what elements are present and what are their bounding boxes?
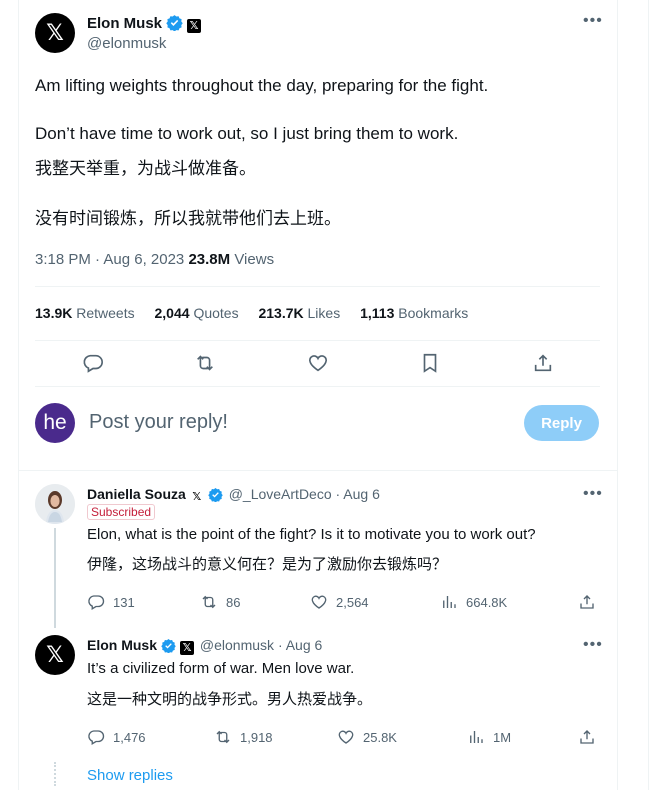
- views-label: Views: [234, 251, 275, 268]
- reply-count-value: 1,476: [113, 729, 146, 745]
- verified-icon: [161, 638, 176, 656]
- x-affiliate-icon: 𝕏: [187, 19, 202, 33]
- author-handle[interactable]: @elonmusk: [87, 35, 166, 52]
- left-border: [18, 0, 19, 790]
- quotes-stat[interactable]: 2,044 Quotes: [155, 305, 239, 321]
- reply-text-zh: 伊隆，这场战斗的意义何在？是为了激励你去锻炼吗？: [87, 556, 448, 573]
- author-avatar[interactable]: 𝕏: [35, 13, 75, 53]
- reply-author-handle[interactable]: @elonmusk: [200, 637, 274, 653]
- retweets-stat[interactable]: 13.9K Retweets: [35, 305, 135, 321]
- reply-count[interactable]: 1,476: [87, 728, 146, 746]
- thread-dots: [54, 762, 58, 786]
- like-icon[interactable]: [307, 352, 329, 379]
- divider: [35, 286, 600, 287]
- reply-author-row: Daniella Souza 𝕏 @_LoveArtDeco · Aug 6: [87, 486, 380, 505]
- x-affiliate-icon: 𝕏: [180, 641, 195, 655]
- stats-row: 13.9K Retweets 2,044 Quotes 213.7K Likes…: [35, 305, 468, 321]
- like-count-value: 2,564: [336, 594, 369, 610]
- reply-text-en: Elon, what is the point of the fight? Is…: [87, 526, 536, 543]
- like-count-value: 25.8K: [363, 729, 397, 745]
- right-border: [617, 0, 618, 790]
- reply-author-avatar[interactable]: [35, 484, 75, 524]
- thread-line: [54, 528, 56, 628]
- view-count-value: 664.8K: [466, 594, 508, 610]
- view-count-value: 1M: [493, 729, 512, 745]
- reply-date[interactable]: · Aug 6: [278, 637, 322, 653]
- views-icon: [470, 731, 483, 743]
- verified-icon: [208, 487, 223, 505]
- tweet-line-3: 我整天举重，为战斗做准备。: [35, 159, 256, 178]
- share-icon[interactable]: [578, 593, 596, 611]
- reply-icon[interactable]: [82, 352, 104, 379]
- divider: [35, 386, 600, 387]
- reply-author-handle[interactable]: @_LoveArtDeco: [229, 486, 332, 502]
- more-options-icon[interactable]: •••: [583, 12, 603, 30]
- like-count[interactable]: 25.8K: [337, 728, 397, 746]
- bookmark-icon[interactable]: [419, 352, 441, 379]
- retweet-count[interactable]: 86: [200, 593, 240, 611]
- retweet-count[interactable]: 1,918: [214, 728, 273, 746]
- reply-date[interactable]: · Aug 6: [336, 486, 380, 502]
- like-count[interactable]: 2,564: [310, 593, 369, 611]
- retweet-count-value: 86: [226, 594, 241, 610]
- like-icon: [311, 595, 327, 609]
- views-count: 23.8M: [188, 251, 231, 268]
- reply-count[interactable]: 131: [87, 593, 135, 611]
- reply-count-value: 131: [113, 594, 135, 610]
- share-icon[interactable]: [532, 352, 554, 379]
- tweet-time[interactable]: 3:18 PM · Aug 6, 2023: [35, 251, 184, 268]
- reply-author-name[interactable]: Elon Musk: [87, 637, 157, 653]
- tweet-meta: 3:18 PM · Aug 6, 2023 23.8M Views: [35, 251, 274, 268]
- view-count[interactable]: 1M: [467, 728, 511, 746]
- reply-text-en: It’s a civilized form of war. Men love w…: [87, 660, 355, 677]
- author-name-row[interactable]: Elon Musk 𝕏: [87, 14, 202, 35]
- reply-input[interactable]: Post your reply!: [89, 411, 228, 434]
- tweet-line-4: 没有时间锻炼，所以我就带他们去上班。: [35, 209, 341, 228]
- more-options-icon[interactable]: •••: [583, 636, 603, 654]
- tweet-line-2: Don’t have time to work out, so I just b…: [35, 124, 459, 143]
- divider: [35, 340, 600, 341]
- retweet-icon: [202, 595, 216, 609]
- reply-text-zh: 这是一种文明的战争形式。男人热爱战争。: [87, 691, 373, 708]
- retweet-count-value: 1,918: [240, 729, 273, 745]
- share-icon[interactable]: [578, 728, 596, 746]
- tweet-line-1: Am lifting weights throughout the day, p…: [35, 76, 489, 95]
- reply-author-row: Elon Musk 𝕏 @elonmusk · Aug 6: [87, 637, 322, 656]
- reply-button[interactable]: Reply: [524, 405, 599, 441]
- verified-icon: [166, 14, 183, 35]
- reply-author-avatar[interactable]: 𝕏: [35, 635, 75, 675]
- more-options-icon[interactable]: •••: [583, 485, 603, 503]
- show-replies-link[interactable]: Show replies: [87, 767, 173, 784]
- retweet-icon[interactable]: [194, 352, 216, 379]
- likes-stat[interactable]: 213.7K Likes: [258, 305, 340, 321]
- reply-author-name[interactable]: Daniella Souza: [87, 486, 186, 502]
- retweet-icon: [216, 730, 230, 744]
- author-name[interactable]: Elon Musk: [87, 15, 162, 32]
- bookmarks-stat[interactable]: 1,113 Bookmarks: [360, 305, 468, 321]
- reply-icon: [88, 595, 105, 610]
- composer-avatar[interactable]: he: [35, 403, 75, 443]
- divider: [18, 470, 618, 471]
- like-icon: [338, 730, 354, 744]
- x-affiliate-icon: 𝕏: [189, 490, 204, 504]
- views-icon: [443, 596, 456, 608]
- composer-avatar-initials: he: [43, 411, 67, 434]
- subscribed-badge: Subscribed: [87, 504, 156, 520]
- reply-icon: [88, 730, 105, 745]
- reply-button-label: Reply: [541, 414, 582, 432]
- view-count[interactable]: 664.8K: [440, 593, 507, 611]
